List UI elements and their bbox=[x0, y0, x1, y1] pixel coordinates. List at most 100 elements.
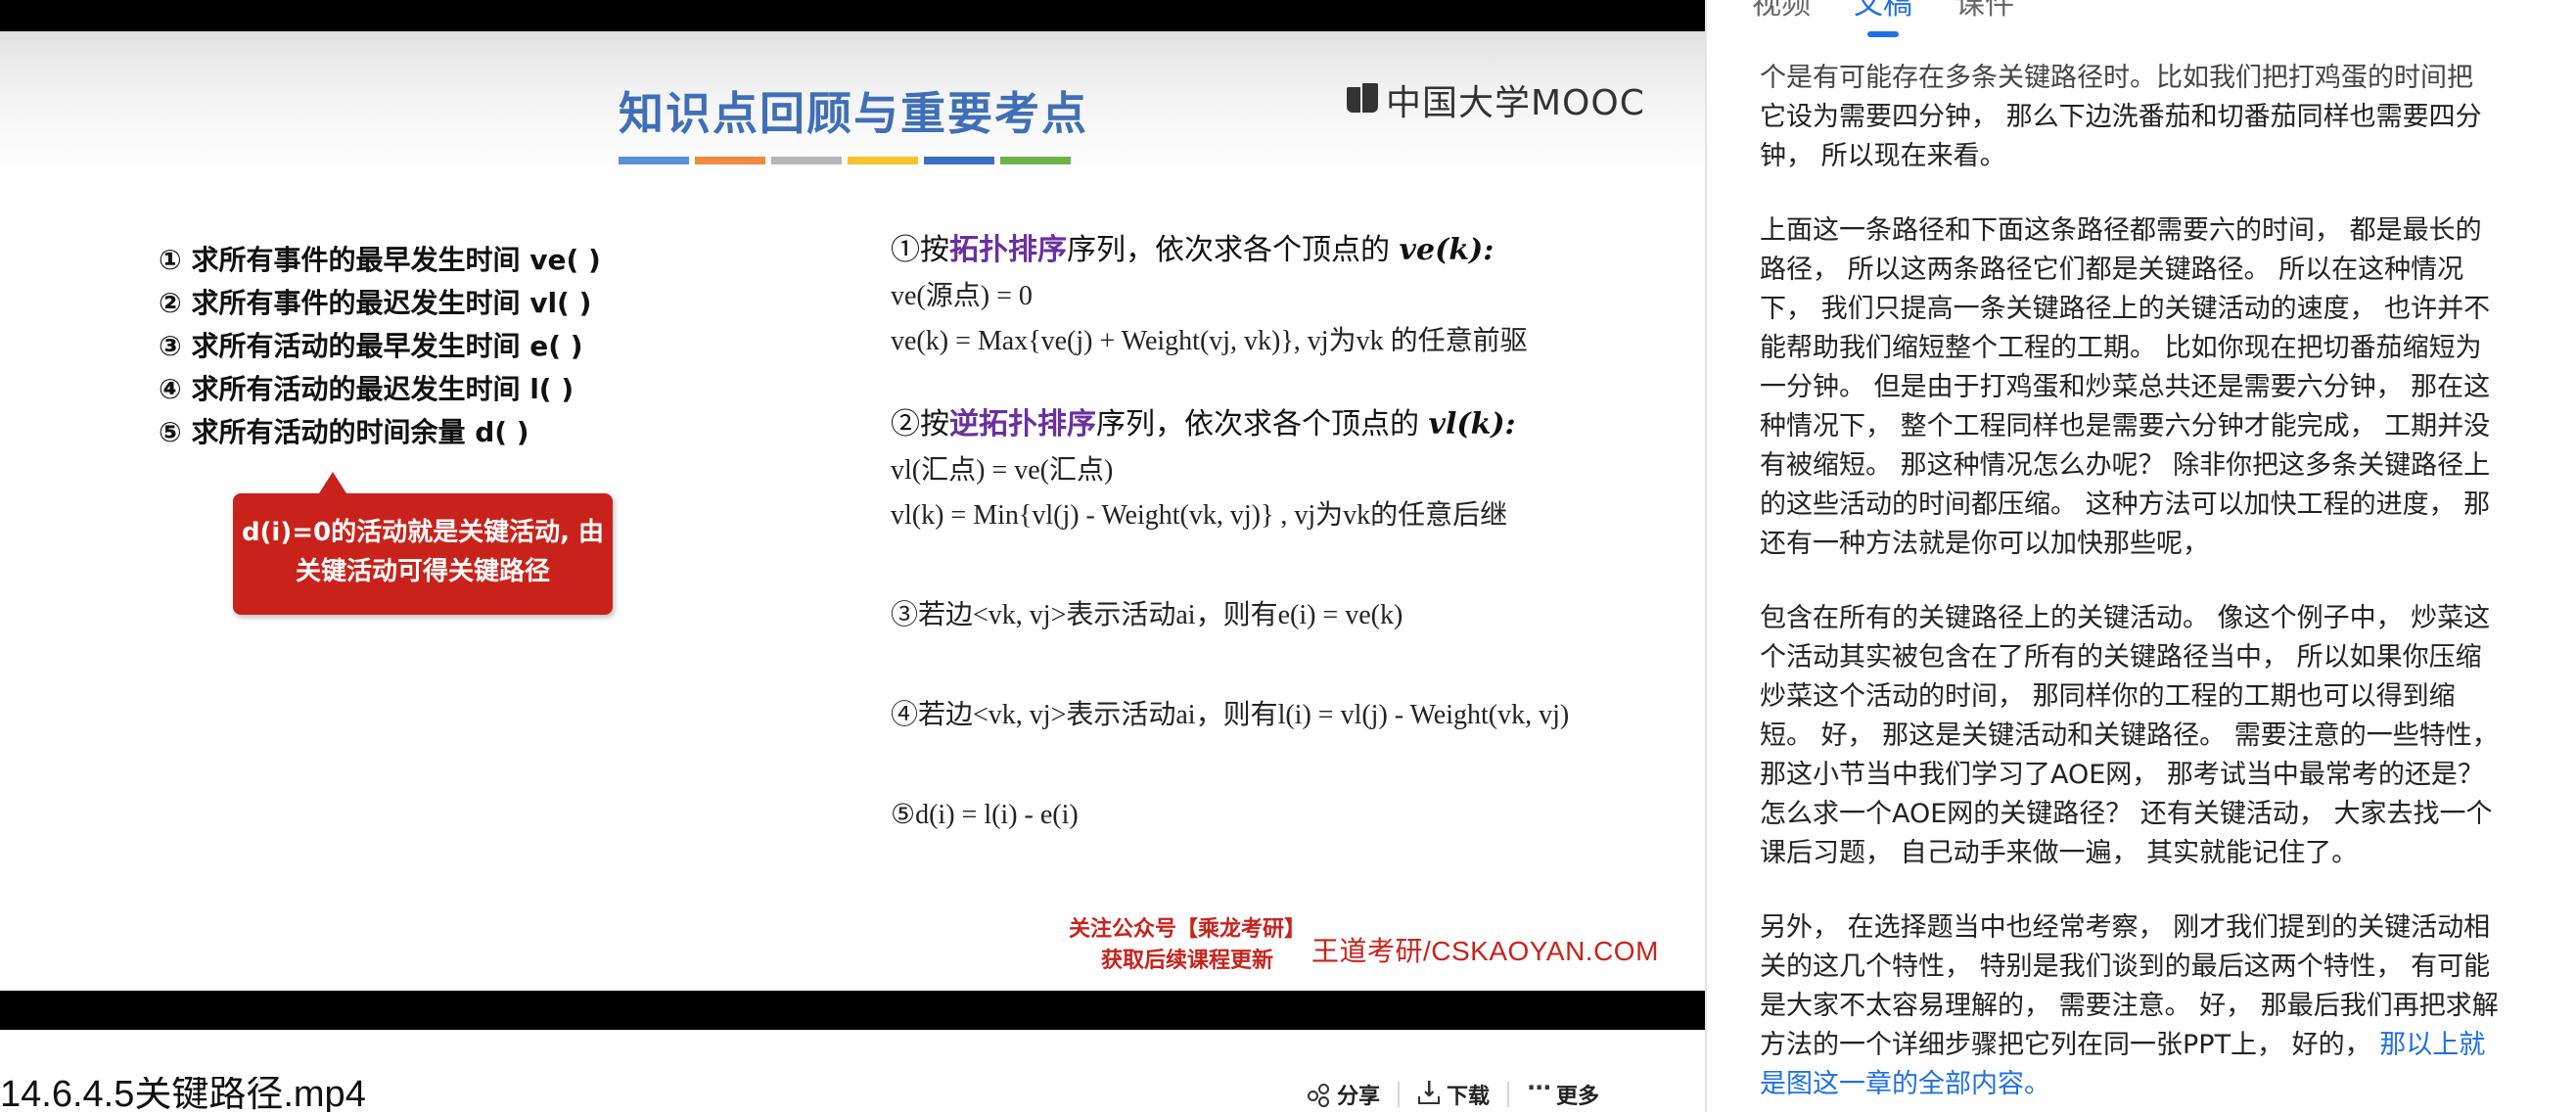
transcript-line: 个活动其实被包含在了所有的关键路径当中， 所以如果你压缩 bbox=[1760, 638, 2543, 677]
transcript-line-text: 怎么求一个AOE网的关键路径？ 还有关键活动， 大家去找一个 bbox=[1760, 799, 2493, 829]
share-button[interactable]: 分享 bbox=[1290, 1079, 1398, 1110]
transcript-line-text: 钟， 所以现在来看。 bbox=[1760, 141, 2006, 171]
steps-summary-list: ① 求所有事件的最早发生时间 ve( ) ② 求所有事件的最迟发生时间 vl( … bbox=[159, 239, 667, 454]
slide-title: 知识点回顾与重要考点 bbox=[619, 87, 1088, 140]
step-text: 序列，依次求各个顶点的 bbox=[1096, 407, 1429, 441]
transcript-line-text: 包含在所有的关键路径上的关键活动。 像这个例子中， 炒菜这 bbox=[1760, 603, 2491, 633]
step-1-heading: ①按拓扑排序序列，依次求各个顶点的 ve(k): bbox=[891, 227, 1674, 274]
share-label: 分享 bbox=[1337, 1085, 1381, 1109]
formula-d-i: ⑤d(i) = l(i) - e(i) bbox=[891, 800, 1079, 830]
transcript-line-text: 上面这一条路径和下面这条路径都需要六的时间， 都是最长的 bbox=[1760, 215, 2482, 246]
transcript-line: 能帮助我们缩短整个工程的工期。 比如你现在把切番茄缩短为 bbox=[1760, 329, 2543, 368]
transcript-line-text: 种情况下， 整个工程同样也是需要六分钟才能完成， 工期并没 bbox=[1760, 411, 2491, 441]
transcript-text: 个是有可能存在多条关键路径时。比如我们把打鸡蛋的时间把 它设为需要四分钟， 那么下… bbox=[1760, 59, 2543, 1104]
callout-line: d(i)=0的活动就是关键活动, 由 bbox=[241, 518, 605, 547]
transcript-line: 是大家不太容易理解的， 需要注意。 好， 那最后我们再把求解 bbox=[1760, 987, 2543, 1026]
transcript-line-text: 还有一种方法就是你可以加快那些呢， bbox=[1760, 529, 2209, 559]
transcript-current-segment[interactable]: 是图这一章的全部内容。 bbox=[1760, 1069, 2050, 1099]
transcript-line-text: 那这小节当中我们学习了AOE网， 那考试当中最常考的还是？ bbox=[1760, 760, 2484, 790]
lecture-slide: 知识点回顾与重要考点 中国大学MOOC ① 求所有事件的最早发生时间 ve( )… bbox=[0, 31, 1705, 991]
transcript-line-text: 是大家不太容易理解的， 需要注意。 好， 那最后我们再把求解 bbox=[1760, 991, 2499, 1021]
tab-courseware[interactable]: 课件 bbox=[1955, 0, 2014, 29]
transcript-line-text: 个是有可能存在多条关键路径时。比如我们把打鸡蛋的时间把 bbox=[1760, 63, 2473, 93]
transcript-line-text: 课后习题， 自己动手来做一遍， 其实就能记住了。 bbox=[1760, 838, 2359, 868]
step-text: 序列，依次求各个顶点的 bbox=[1067, 233, 1400, 267]
summary-item: ③ 求所有活动的最早发生时间 e( ) bbox=[159, 330, 583, 362]
side-panel: 视频 文稿 课件 个是有可能存在多条关键路径时。比如我们把打鸡蛋的时间把 它设为需… bbox=[1705, 0, 2576, 1112]
transcript-line-text: 的这些活动的时间都压缩。 这种方法可以加快工程的进度， 那 bbox=[1760, 489, 2491, 520]
summary-item: ⑤ 求所有活动的时间余量 d( ) bbox=[159, 416, 529, 448]
title-bar bbox=[771, 157, 842, 164]
transcript-line: 个是有可能存在多条关键路径时。比如我们把打鸡蛋的时间把 bbox=[1760, 59, 2543, 98]
promo-text: 关注公众号【乘龙考研】 获取后续课程更新 bbox=[1065, 914, 1310, 977]
title-color-bars bbox=[619, 157, 1071, 164]
transcript-line: 上面这一条路径和下面这条路径都需要六的时间， 都是最长的 bbox=[1760, 211, 2543, 251]
summary-item: ② 求所有事件的最迟发生时间 vl( ) bbox=[159, 287, 592, 319]
download-label: 下载 bbox=[1447, 1085, 1491, 1109]
transcript-line: 课后习题， 自己动手来做一遍， 其实就能记住了。 bbox=[1760, 834, 2543, 873]
more-button[interactable]: 更多 bbox=[1509, 1074, 1617, 1110]
formula-ve-source: ve(源点) = 0 bbox=[891, 281, 1033, 311]
formula-column: ①按拓扑排序序列，依次求各个顶点的 ve(k): ve(源点) = 0 ve(k… bbox=[891, 227, 1674, 838]
summary-item: ④ 求所有活动的最迟发生时间 l( ) bbox=[159, 373, 575, 405]
formula-vl-k: vl(k) = Min{vl(j) - Weight(vk, vj)} , vj… bbox=[891, 500, 1508, 531]
share-icon bbox=[1308, 1084, 1329, 1105]
transcript-line: 钟， 所以现在来看。 bbox=[1760, 137, 2543, 176]
site-watermark: 王道考研/CSKAOYAN.COM bbox=[1311, 936, 1659, 966]
transcript-line-text: 它设为需要四分钟， 那么下边洗番茄和切番茄同样也需要四分 bbox=[1760, 102, 2482, 132]
transcript-line-text: 炒菜这个活动的时间， 那同样你的工程的工期也可以得到缩 bbox=[1760, 681, 2456, 712]
transcript-line: 方法的一个详细步骤把它列在同一张PPT上， 好的， 那以上就 bbox=[1760, 1026, 2543, 1065]
more-icon bbox=[1527, 1074, 1550, 1105]
title-bar bbox=[695, 157, 765, 164]
promo-line: 获取后续课程更新 bbox=[1100, 949, 1273, 973]
transcript-line-text: 另外， 在选择题当中也经常考察， 刚才我们提到的关键活动相 bbox=[1760, 912, 2491, 943]
video-player[interactable]: 知识点回顾与重要考点 中国大学MOOC ① 求所有事件的最早发生时间 ve( )… bbox=[0, 0, 1705, 1030]
download-button[interactable]: 下载 bbox=[1400, 1078, 1507, 1110]
tab-transcript[interactable]: 文稿 bbox=[1854, 0, 1912, 37]
transcript-line: 的这些活动的时间都压缩。 这种方法可以加快工程的进度， 那 bbox=[1760, 486, 2543, 525]
key-activity-callout: d(i)=0的活动就是关键活动, 由 关键活动可得关键路径 bbox=[233, 472, 613, 615]
transcript-line: 它设为需要四分钟， 那么下边洗番茄和切番茄同样也需要四分 bbox=[1760, 98, 2543, 137]
mooc-logo: 中国大学MOOC bbox=[1347, 70, 1645, 129]
title-bar bbox=[619, 157, 689, 164]
transcript-line: 一分钟。 但是由于打鸡蛋和炒菜总共还是需要六分钟， 那在这 bbox=[1760, 368, 2543, 407]
video-actions: 分享 下载 更多 bbox=[1290, 1074, 1617, 1114]
panel-tabs: 视频 文稿 课件 bbox=[1752, 0, 2014, 37]
panel-divider bbox=[1705, 0, 1707, 1112]
transcript-line: 种情况下， 整个工程同样也是需要六分钟才能完成， 工期并没 bbox=[1760, 407, 2543, 446]
promo-line: 关注公众号【乘龙考研】 bbox=[1068, 917, 1306, 942]
transcript-line: 还有一种方法就是你可以加快那些呢， bbox=[1760, 525, 2543, 564]
transcript-line-text: 一分钟。 但是由于打鸡蛋和炒菜总共还是需要六分钟， 那在这 bbox=[1760, 372, 2491, 402]
transcript-line: 怎么求一个AOE网的关键路径？ 还有关键活动， 大家去找一个 bbox=[1760, 795, 2543, 834]
transcript-line: 有被缩短。 那这种情况怎么办呢？ 除非你把这多条关键路径上 bbox=[1760, 446, 2543, 486]
transcript-line: 包含在所有的关键路径上的关键活动。 像这个例子中， 炒菜这 bbox=[1760, 599, 2543, 638]
transcript-line-text: 关的这几个特性， 特别是我们谈到的最后这两个特性， 有可能 bbox=[1760, 952, 2491, 982]
mooc-logo-text: 中国大学MOOC bbox=[1386, 83, 1645, 123]
formula-l-i: ④若边<vk, vj>表示活动ai，则有l(i) = vl(j) - Weigh… bbox=[891, 700, 1570, 730]
video-filename: 14.6.4.5关键路径.mp4 bbox=[0, 1077, 366, 1112]
transcript-line: 关的这几个特性， 特别是我们谈到的最后这两个特性， 有可能 bbox=[1760, 948, 2543, 987]
download-icon bbox=[1417, 1078, 1441, 1105]
formula-vl-sink: vl(汇点) = ve(汇点) bbox=[891, 455, 1114, 486]
transcript-line-text: 个活动其实被包含在了所有的关键路径当中， 所以如果你压缩 bbox=[1760, 642, 2482, 673]
step-var: vl(k): bbox=[1428, 407, 1516, 441]
title-bar bbox=[848, 157, 918, 164]
step-highlight: 拓扑排序 bbox=[949, 233, 1067, 267]
transcript-current-segment[interactable]: 那以上就 bbox=[2379, 1030, 2485, 1060]
transcript-line: 短。 好， 那这是关键活动和关键路径。 需要注意的一些特性， bbox=[1760, 717, 2543, 756]
transcript-line-text: 短。 好， 那这是关键活动和关键路径。 需要注意的一些特性， bbox=[1760, 720, 2499, 751]
transcript-line-text: 路径， 所以这两条路径它们都是关键路径。 所以在这种情况 bbox=[1760, 255, 2464, 285]
formula-e-i: ③若边<vk, vj>表示活动ai，则有e(i) = ve(k) bbox=[891, 600, 1403, 630]
step-text: ②按 bbox=[891, 407, 949, 441]
title-bar bbox=[924, 157, 994, 164]
transcript-line: 另外， 在选择题当中也经常考察， 刚才我们提到的关键活动相 bbox=[1760, 908, 2543, 948]
step-2-heading: ②按逆拓扑排序序列，依次求各个顶点的 vl(k): bbox=[891, 401, 1674, 448]
transcript-line: 下， 我们只提高一条关键路径上的关键活动的速度， 也许并不 bbox=[1760, 290, 2543, 329]
formula-ve-k: ve(k) = Max{ve(j) + Weight(vj, vk)}, vj为… bbox=[891, 326, 1528, 356]
tab-video[interactable]: 视频 bbox=[1752, 0, 1811, 29]
title-bar bbox=[1000, 157, 1071, 164]
transcript-line-text: 能帮助我们缩短整个工程的工期。 比如你现在把切番茄缩短为 bbox=[1760, 333, 2482, 363]
transcript-line-text: 方法的一个详细步骤把它列在同一张PPT上， 好的， bbox=[1760, 1030, 2380, 1060]
